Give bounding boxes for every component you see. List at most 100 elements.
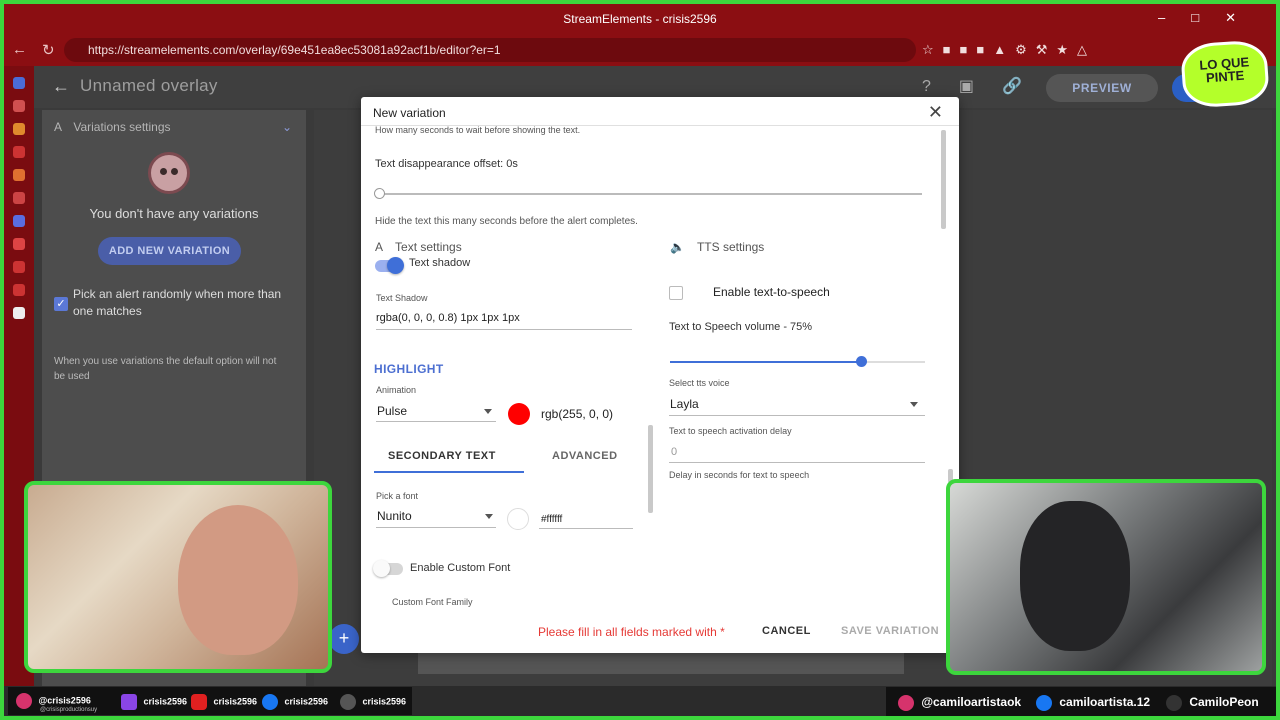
highlight-color-value[interactable]: rgb(255, 0, 0) [541, 407, 613, 421]
variations-note: When you use variations the default opti… [54, 356, 277, 382]
social-handle: crisis2596 [213, 696, 258, 707]
disappear-offset-help: Hide the text this many seconds before t… [375, 216, 638, 227]
facebook-icon [1036, 695, 1052, 711]
back-arrow-icon[interactable]: ← [12, 41, 27, 58]
social-x: CamiloPeon [1166, 695, 1259, 711]
tts-delay-underline [669, 462, 925, 463]
browser-address-row: ← ↻ https://streamelements.com/overlay/6… [4, 34, 1276, 66]
font-color-underline [539, 528, 633, 529]
tab-text-settings[interactable]: A Text settings [375, 240, 462, 254]
social-handle: crisis2596 [284, 696, 329, 707]
text-shadow-toggle[interactable] [375, 257, 404, 274]
channel-logo: LO QUE PINTE [1179, 39, 1271, 109]
dialog-title: New variation [373, 106, 446, 120]
tab-advanced[interactable]: ADVANCED [552, 450, 618, 462]
tts-volume-slider[interactable] [670, 361, 925, 363]
tts-enable-checkbox[interactable] [669, 286, 683, 300]
browser-titlebar: StreamElements - crisis2596 –□✕ [4, 4, 1276, 34]
variations-header[interactable]: A Variations settings [54, 120, 171, 134]
extension-icon[interactable] [13, 77, 25, 89]
custom-font-family-label: Custom Font Family [392, 597, 473, 607]
animation-underline [376, 421, 496, 422]
back-arrow-icon[interactable]: ← [52, 76, 70, 97]
speaker-icon: 🔈 [670, 240, 685, 254]
left-column-scrollbar[interactable] [648, 425, 653, 513]
extension-icon[interactable] [13, 123, 25, 135]
disappear-offset-label: Text disappearance offset: 0s [375, 158, 518, 170]
tab-tts-settings-label: TTS settings [696, 240, 765, 254]
preview-button[interactable]: PREVIEW [1046, 74, 1158, 102]
extension-icon[interactable] [13, 192, 25, 204]
tab-secondary-text[interactable]: SECONDARY TEXT [388, 450, 496, 462]
add-new-variation-button[interactable]: ADD NEW VARIATION [98, 237, 241, 265]
extension-icon[interactable] [13, 307, 25, 319]
youtube-icon [191, 694, 207, 710]
disappear-offset-slider[interactable] [379, 193, 922, 195]
custom-font-label: Enable Custom Font [410, 562, 511, 574]
text-icon: A [54, 120, 63, 134]
font-underline [376, 527, 496, 528]
extension-icon[interactable] [13, 169, 25, 181]
window-controls[interactable]: –□✕ [1158, 10, 1262, 26]
window-title: StreamElements - crisis2596 [563, 12, 717, 26]
overlay-title[interactable]: Unnamed overlay [80, 76, 218, 96]
variations-header-label: Variations settings [73, 120, 171, 134]
extension-icon[interactable] [13, 100, 25, 112]
highlight-color-swatch[interactable] [508, 403, 530, 425]
font-color-value[interactable]: #ffffff [541, 514, 562, 525]
text-shadow-input[interactable]: rgba(0, 0, 0, 0.8) 1px 1px 1px [376, 312, 520, 324]
extension-icon[interactable] [13, 146, 25, 158]
empty-variations-text: You don't have any variations [89, 206, 259, 221]
tts-delay-help: Delay in seconds for text to speech [669, 470, 810, 480]
tts-voice-select[interactable]: Layla [670, 397, 699, 411]
social-handle: @crisis2596 [38, 695, 91, 706]
url-bar[interactable]: https://streamelements.com/overlay/69e45… [64, 38, 916, 62]
x-icon [1166, 695, 1182, 711]
social-twitch: crisis2596 [121, 694, 187, 710]
font-select[interactable]: Nunito [377, 509, 412, 523]
text-shadow-toggle-label: Text shadow [409, 257, 471, 269]
tts-volume-fill [670, 361, 862, 363]
header-tool-icons[interactable]: ?▣🔗 [922, 76, 1050, 96]
social-threads: crisis2596 [340, 694, 406, 710]
extension-icons[interactable]: ☆■■■▲⚙⚒★△ [922, 42, 1096, 58]
chevron-down-icon[interactable] [485, 514, 493, 519]
animation-label: Animation [376, 385, 417, 395]
chevron-down-icon[interactable] [484, 409, 492, 414]
disappear-offset-knob[interactable] [374, 188, 385, 199]
chevron-down-icon[interactable]: ⌄ [282, 120, 292, 134]
reload-icon[interactable]: ↻ [42, 41, 55, 59]
extension-icon[interactable] [13, 284, 25, 296]
save-variation-button[interactable]: SAVE VARIATION [841, 625, 939, 637]
twitch-icon [121, 694, 137, 710]
extension-icon[interactable] [13, 261, 25, 273]
tts-volume-knob[interactable] [856, 356, 868, 367]
instagram-icon [16, 693, 32, 709]
text-icon: A [375, 240, 384, 254]
add-widget-button[interactable]: + [329, 624, 359, 654]
tts-delay-input[interactable]: 0 [671, 446, 677, 458]
show-delay-help: How many seconds to wait before showing … [375, 125, 581, 135]
extension-icon[interactable] [13, 238, 25, 250]
custom-font-toggle[interactable] [373, 560, 403, 577]
webcam-right [946, 479, 1266, 675]
close-icon[interactable]: ✕ [928, 102, 943, 123]
random-pick-checkbox[interactable]: ✓ [54, 297, 68, 311]
extension-icon[interactable] [13, 215, 25, 227]
social-facebook-right: camiloartista.12 [1036, 695, 1150, 711]
tab-tts-settings[interactable]: 🔈 TTS settings [670, 240, 764, 254]
top-scrollbar[interactable] [941, 130, 946, 229]
cancel-button[interactable]: CANCEL [762, 625, 811, 637]
text-shadow-field-label: Text Shadow [376, 293, 428, 303]
animation-select[interactable]: Pulse [377, 404, 407, 418]
instagram-icon [898, 695, 914, 711]
text-shadow-underline [376, 329, 632, 330]
social-bar-right: @camiloartistaok camiloartista.12 Camilo… [886, 687, 1276, 716]
streamer-face [178, 505, 298, 655]
social-handle: @camiloartistaok [921, 695, 1022, 710]
webcam-left [24, 481, 332, 673]
chevron-down-icon[interactable] [910, 402, 918, 407]
font-color-swatch[interactable] [507, 508, 529, 530]
tts-delay-label: Text to speech activation delay [669, 426, 792, 436]
form-error-text: Please fill in all fields marked with * [538, 625, 725, 639]
